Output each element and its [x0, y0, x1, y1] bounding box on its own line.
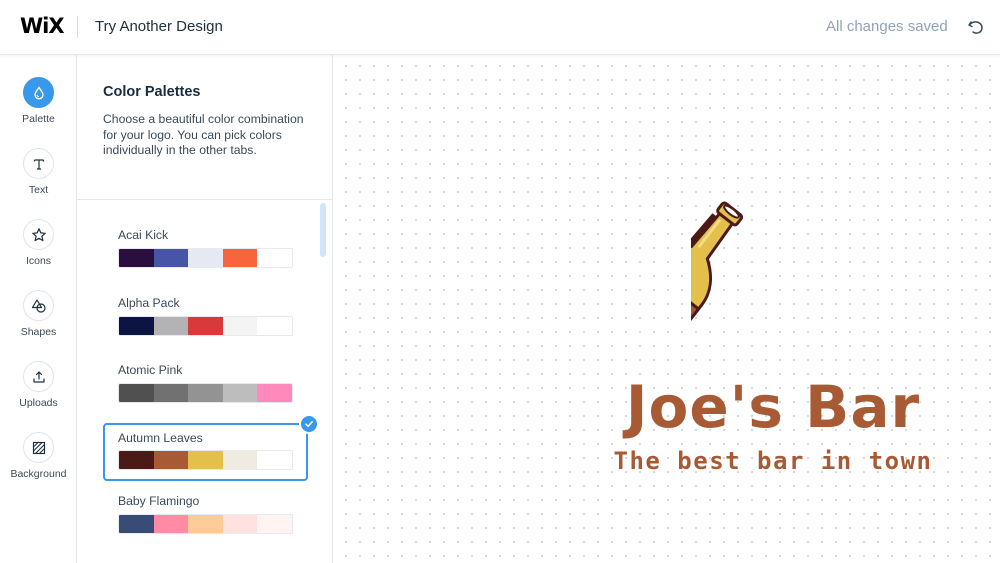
logo-business-name[interactable]: Joe's Bar [608, 373, 938, 441]
color-swatch [153, 451, 189, 469]
palette-name: Baby Flamingo [118, 494, 200, 508]
palette-option-acai-kick[interactable]: Acai Kick [103, 222, 308, 280]
color-swatch [257, 317, 292, 335]
color-swatch [119, 451, 154, 469]
palette-swatches [118, 316, 293, 336]
rail-item-text[interactable]: Text [0, 148, 77, 214]
rail-item-icons[interactable]: Icons [0, 219, 77, 285]
palette-list-scrollbar[interactable] [320, 203, 326, 257]
rail-item-uploads[interactable]: Uploads [0, 361, 77, 427]
rail-item-background[interactable]: Background [0, 432, 77, 498]
palette-name: Alpha Pack [118, 296, 180, 310]
color-swatch [188, 317, 223, 335]
rail-item-palette[interactable]: Palette [0, 77, 77, 143]
color-swatch [188, 451, 223, 469]
save-status-text: All changes saved [826, 18, 948, 35]
color-swatch [119, 515, 154, 533]
shapes-icon [23, 290, 54, 321]
color-swatch [188, 249, 223, 267]
color-swatch [153, 384, 189, 402]
color-swatch [222, 249, 258, 267]
tool-rail: Palette Text Icons Shapes Uploads Backgr… [0, 55, 77, 563]
top-bar: WiX Try Another Design All changes saved [0, 0, 1000, 55]
rail-label-palette: Palette [22, 113, 55, 125]
palette-drop-icon [23, 77, 54, 108]
color-swatch [257, 451, 292, 469]
color-swatch [257, 249, 292, 267]
panel-title: Color Palettes [103, 84, 201, 100]
color-swatch [222, 451, 258, 469]
text-icon [23, 148, 54, 179]
color-swatch [119, 249, 154, 267]
palette-option-autumn-leaves[interactable]: Autumn Leaves [103, 414, 319, 481]
rail-label-icons: Icons [25, 255, 52, 267]
beer-bottle-icon [691, 201, 744, 351]
color-swatch [257, 515, 292, 533]
logo-canvas: Joe's Bar The best bar in town [333, 55, 1000, 563]
color-swatch [153, 249, 189, 267]
header-divider [77, 16, 78, 38]
palette-swatches [118, 383, 293, 403]
background-icon [23, 432, 54, 463]
logo-tagline[interactable]: The best bar in town [608, 447, 938, 475]
panel-divider [77, 199, 332, 200]
try-another-design-button[interactable]: Try Another Design [95, 18, 223, 35]
rail-label-uploads: Uploads [19, 397, 58, 409]
palette-swatches [118, 450, 293, 470]
palette-name: Atomic Pink [118, 363, 183, 377]
palette-swatches [118, 248, 293, 268]
color-swatch [153, 317, 189, 335]
palette-option-atomic-pink[interactable]: Atomic Pink [103, 357, 308, 415]
color-palettes-panel: Color Palettes Choose a beautiful color … [77, 55, 333, 563]
panel-description: Choose a beautiful color combination for… [103, 112, 304, 158]
color-swatch [257, 384, 292, 402]
selected-check-icon [299, 414, 319, 434]
rail-label-shapes: Shapes [20, 326, 57, 338]
rail-label-background: Background [10, 468, 67, 480]
palette-swatches [118, 514, 293, 534]
color-swatch [119, 384, 154, 402]
color-swatch [153, 515, 189, 533]
upload-icon [23, 361, 54, 392]
rail-item-shapes[interactable]: Shapes [0, 290, 77, 356]
color-swatch [222, 317, 258, 335]
color-swatch [222, 384, 258, 402]
palette-name: Autumn Leaves [118, 431, 203, 445]
undo-icon[interactable] [966, 17, 986, 37]
star-icon [23, 219, 54, 250]
rail-label-text: Text [28, 184, 49, 196]
palette-name: Acai Kick [118, 228, 169, 242]
palette-option-alpha-pack[interactable]: Alpha Pack [103, 290, 308, 348]
color-swatch [188, 384, 223, 402]
palette-option-baby-flamingo[interactable]: Baby Flamingo [103, 488, 308, 546]
wix-logo: WiX [20, 14, 65, 38]
color-swatch [222, 515, 258, 533]
color-swatch [188, 515, 223, 533]
color-swatch [119, 317, 154, 335]
